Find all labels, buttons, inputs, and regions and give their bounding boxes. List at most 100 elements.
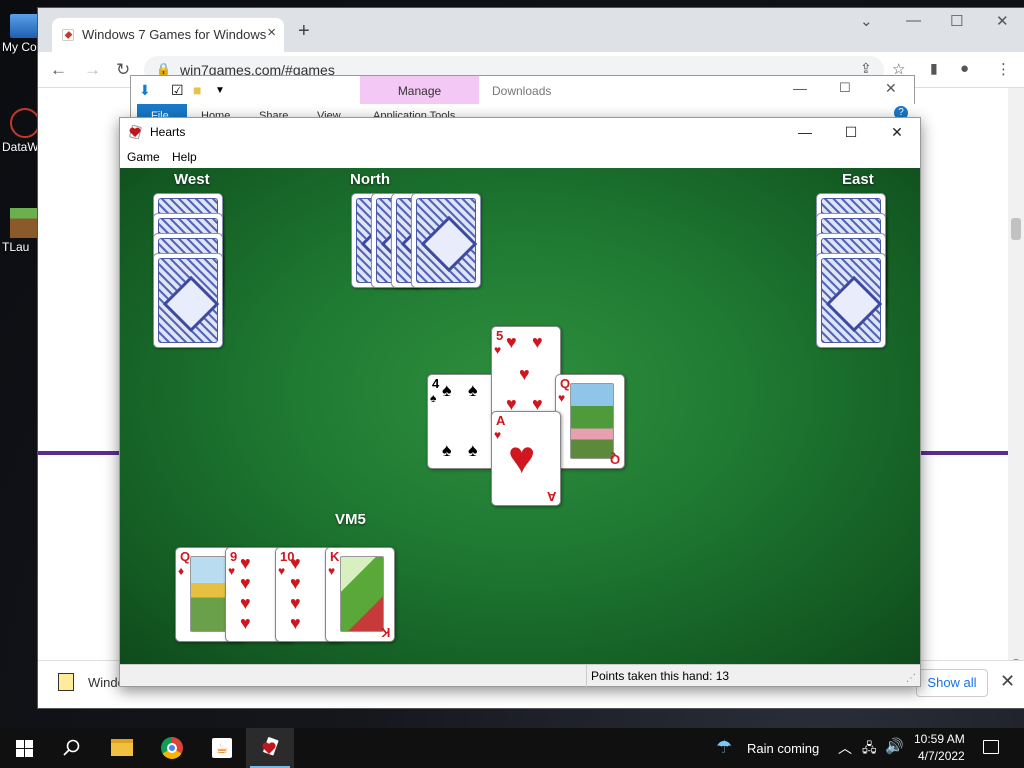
side-panel-icon[interactable]: ▮ xyxy=(930,60,938,77)
player-name-east: East xyxy=(842,171,874,188)
menu-kebab-icon[interactable]: ⋮ xyxy=(996,60,1011,78)
chrome-icon-center xyxy=(167,743,177,753)
card-back xyxy=(153,253,223,348)
minimize-button[interactable]: — xyxy=(793,80,807,96)
chevron-up-icon[interactable]: ︿ xyxy=(838,738,852,758)
card-rank-bottom: Q xyxy=(609,452,620,467)
desktop-icon-label: DataW xyxy=(2,140,38,154)
zip-file-icon xyxy=(58,673,74,691)
card-rank-bottom: K xyxy=(380,625,390,640)
hearts-app-icon xyxy=(129,125,142,139)
diamond-icon: ♦ xyxy=(178,564,185,578)
search-icon[interactable] xyxy=(63,739,81,757)
weather-text[interactable]: Rain coming xyxy=(747,741,819,756)
clock-date[interactable]: 4/7/2022 xyxy=(918,749,965,763)
manage-label: Manage xyxy=(397,84,442,98)
heart-icon: ♥ xyxy=(278,564,286,578)
heart-icon: ♥ xyxy=(519,364,530,384)
menu-bar: Game Help xyxy=(120,146,920,168)
java-icon: ☕ xyxy=(212,738,232,758)
player-name-north: North xyxy=(350,171,390,188)
heart-icon: ♥ xyxy=(532,332,543,352)
status-separator xyxy=(586,665,587,687)
spade-icon: ♠ xyxy=(468,440,478,460)
menu-game[interactable]: Game xyxy=(127,150,160,164)
desktop-icon-my-computer[interactable]: My Co xyxy=(0,10,40,54)
close-download-bar-button[interactable]: ✕ xyxy=(1000,671,1015,692)
volume-icon[interactable]: 🔊 xyxy=(885,737,904,755)
show-all-button[interactable]: Show all xyxy=(916,669,988,697)
heart-icon: ♥ xyxy=(328,564,336,578)
card-rank-bottom: A xyxy=(546,489,556,504)
notification-icon[interactable] xyxy=(983,740,999,754)
windows-start-icon[interactable] xyxy=(16,740,33,757)
spade-icon: ♠ xyxy=(468,380,478,400)
maximize-button[interactable]: ☐ xyxy=(950,12,963,30)
quick-access-dropdown-icon[interactable]: ▼ xyxy=(215,85,225,96)
heart-icon: ♥ xyxy=(290,573,301,593)
heart-icon: ♥ xyxy=(494,343,502,357)
minimize-button[interactable]: — xyxy=(782,120,828,144)
file-explorer-taskbar-button[interactable] xyxy=(98,728,146,768)
umbrella-icon[interactable]: ☂ xyxy=(716,737,732,758)
tab-title: Windows 7 Games for Windows xyxy=(82,27,267,42)
trick-card-south: A ♥ ♥ A xyxy=(491,411,561,506)
scrollbar-thumb[interactable] xyxy=(1011,218,1021,240)
heart-icon: ♥ xyxy=(240,573,251,593)
java-taskbar-button[interactable]: ☕ xyxy=(198,728,246,768)
hearts-taskbar-button[interactable] xyxy=(246,728,294,768)
heart-icon: ♥ xyxy=(508,431,536,483)
close-button[interactable]: ✕ xyxy=(874,120,920,144)
maximize-button[interactable]: ☐ xyxy=(828,120,874,144)
card-back xyxy=(816,253,886,348)
clock-time[interactable]: 10:59 AM xyxy=(914,732,965,746)
desktop-icon-label: TLau xyxy=(2,240,30,254)
browser-tab[interactable]: Windows 7 Games for Windows × xyxy=(52,18,284,52)
card-back xyxy=(411,193,481,288)
trick-card-north: 5 ♥ ♥ ♥ ♥ ♥ ♥ xyxy=(491,326,561,421)
heart-icon: ♥ xyxy=(290,613,301,633)
player-name-south: VM5 xyxy=(335,511,366,528)
heart-icon: ♥ xyxy=(240,553,251,573)
folder-icon xyxy=(111,739,133,756)
manage-tab-group: Manage xyxy=(360,76,479,104)
hand-card[interactable]: K ♥ K xyxy=(325,547,395,642)
back-arrow-icon[interactable]: ← xyxy=(50,60,67,80)
window-title: Downloads xyxy=(492,84,552,98)
forward-arrow-icon[interactable]: → xyxy=(84,60,101,80)
new-tab-button[interactable]: + xyxy=(298,20,310,43)
spade-icon: ♠ xyxy=(430,391,437,405)
resize-grip-icon[interactable]: ⋰ xyxy=(906,673,916,684)
game-table: West North East VM5 4 ♠ ♠ ♠ ♠ ♠ 5 ♥ ♥ ♥ … xyxy=(120,168,920,664)
status-bar: Points taken this hand: 13 ⋰ xyxy=(120,664,920,687)
taskbar: ☕ ☂ Rain coming ︿ 🖧 🔊 10:59 AM 4/7/2022 xyxy=(0,728,1024,768)
desktop-icon-datawrapper[interactable]: DataW xyxy=(0,108,40,154)
tab-close-button[interactable]: × xyxy=(267,24,276,41)
maximize-button[interactable]: ☐ xyxy=(839,80,851,96)
network-icon[interactable]: 🖧 xyxy=(862,739,877,761)
minimize-button[interactable]: — xyxy=(906,12,921,29)
window-title: Hearts xyxy=(150,125,186,139)
menu-help[interactable]: Help xyxy=(172,150,197,164)
tab-search-icon[interactable]: ⌄ xyxy=(860,12,873,30)
trick-card-east: Q ♥ Q xyxy=(555,374,625,469)
properties-icon[interactable]: ☑ xyxy=(171,82,184,99)
heart-icon: ♥ xyxy=(240,613,251,633)
close-button[interactable]: ✕ xyxy=(996,12,1009,30)
king-plant-picture xyxy=(340,556,384,632)
lock-icon: 🔒 xyxy=(156,62,171,76)
profile-avatar-icon[interactable]: ● xyxy=(960,60,969,77)
tab-strip: Windows 7 Games for Windows × + ⌄ — ☐ ✕ xyxy=(38,8,1024,52)
heart-icon: ♥ xyxy=(290,553,301,573)
heart-icon: ♥ xyxy=(228,564,236,578)
desktop-icon-label: My Co xyxy=(2,40,37,54)
reload-icon[interactable]: ↻ xyxy=(116,60,130,80)
folder-icon[interactable]: ■ xyxy=(193,82,201,98)
heart-icon: ♥ xyxy=(506,332,517,352)
desktop-icon-tlauncher[interactable]: TLau xyxy=(0,208,40,254)
chrome-taskbar-button[interactable] xyxy=(148,728,196,768)
heart-icon: ♥ xyxy=(558,391,566,405)
page-scrollbar[interactable]: ▼ xyxy=(1008,88,1024,668)
close-button[interactable]: ✕ xyxy=(885,80,897,97)
heart-icon: ♥ xyxy=(240,593,251,613)
